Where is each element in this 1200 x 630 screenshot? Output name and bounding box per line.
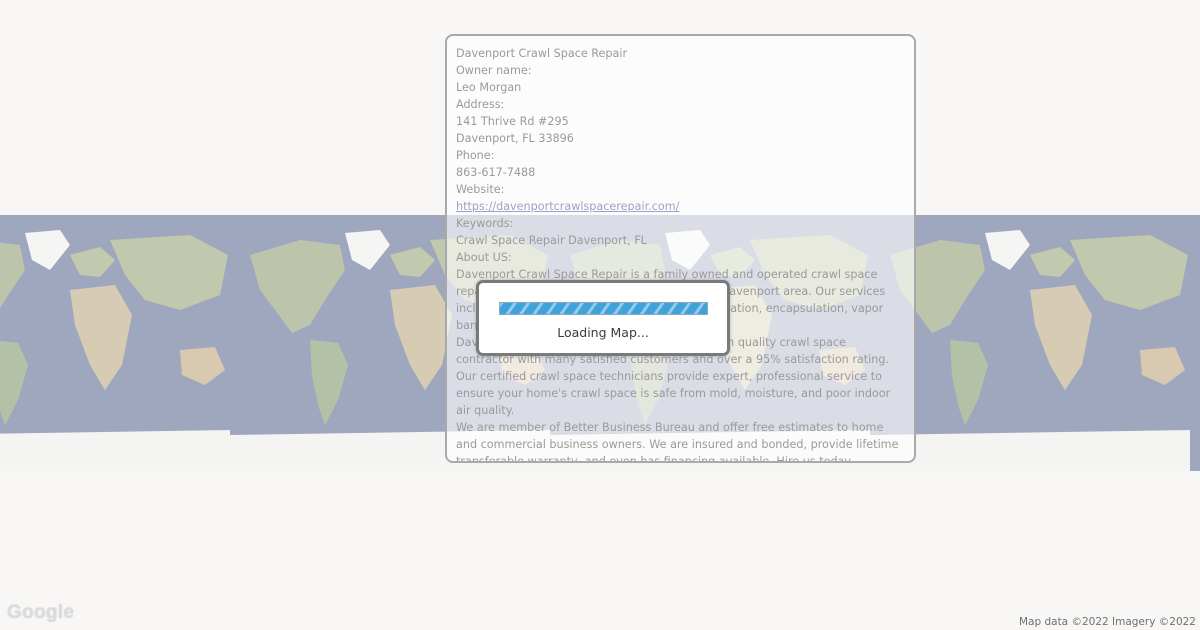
address-label: Address: [456, 98, 505, 111]
keywords-value: Crawl Space Repair Davenport, FL [456, 234, 647, 247]
about-label: About US: [456, 251, 512, 264]
loading-dialog: Loading Map... [476, 280, 730, 356]
phone-number: 863-617-7488 [456, 166, 536, 179]
map-attribution[interactable]: Map data ©2022 Imagery ©2022 [1016, 616, 1198, 628]
keywords-label: Keywords: [456, 217, 514, 230]
website-link[interactable]: https://davenportcrawlspacerepair.com/ [456, 200, 679, 213]
address-street: 141 Thrive Rd #295 [456, 115, 569, 128]
loading-text: Loading Map... [557, 325, 649, 340]
business-name: Davenport Crawl Space Repair [456, 47, 628, 60]
business-info-card: Davenport Crawl Space Repair Owner name:… [445, 34, 916, 463]
address-city: Davenport, FL 33896 [456, 132, 574, 145]
owner-label: Owner name: [456, 64, 532, 77]
phone-label: Phone: [456, 149, 495, 162]
owner-name: Leo Morgan [456, 81, 522, 94]
about-paragraph-3: We are member of Better Business Bureau … [456, 421, 899, 463]
progress-bar-icon [499, 302, 708, 315]
google-logo[interactable]: Google [7, 602, 74, 624]
website-label: Website: [456, 183, 505, 196]
